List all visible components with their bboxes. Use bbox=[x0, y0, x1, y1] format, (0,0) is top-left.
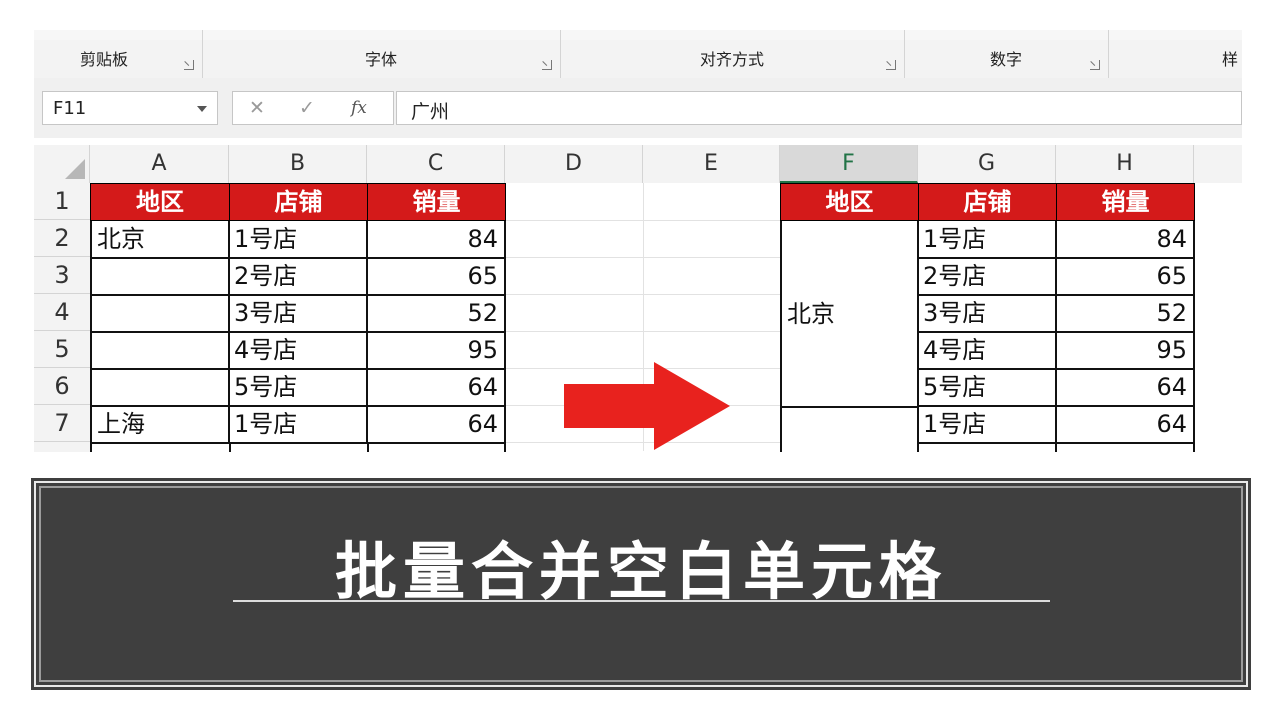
row-header-1[interactable]: 1 bbox=[34, 183, 90, 220]
region-cell[interactable]: 上海 bbox=[90, 406, 230, 444]
store-cell[interactable]: 4号店 bbox=[229, 332, 368, 370]
arrow-right-icon bbox=[564, 362, 730, 450]
column-header-e[interactable]: E bbox=[643, 145, 780, 183]
cancel-icon[interactable]: ✕ bbox=[249, 97, 265, 119]
formula-buttons: ✕ ✓ fx bbox=[232, 91, 394, 125]
region-cell[interactable] bbox=[90, 369, 230, 407]
gridline bbox=[505, 220, 780, 221]
formula-input[interactable]: 广州 bbox=[396, 91, 1242, 125]
ribbon-group-styles: 样 bbox=[1184, 30, 1242, 78]
sales-cell[interactable]: 64 bbox=[1056, 406, 1195, 444]
formula-bar: F11 ✕ ✓ fx 广州 bbox=[34, 78, 1242, 138]
title-underline bbox=[233, 600, 1050, 602]
select-all-corner[interactable] bbox=[34, 145, 90, 183]
region-cell[interactable] bbox=[90, 258, 230, 296]
row8-partial bbox=[90, 444, 506, 452]
column-header-h[interactable]: H bbox=[1056, 145, 1194, 183]
row-header-4[interactable]: 4 bbox=[34, 294, 90, 331]
merged-region-cell-next[interactable] bbox=[780, 408, 919, 452]
region-cell[interactable] bbox=[90, 295, 230, 333]
name-box[interactable]: F11 bbox=[42, 91, 218, 125]
store-cell[interactable]: 2号店 bbox=[918, 258, 1057, 296]
dialog-launcher-icon[interactable] bbox=[886, 60, 896, 70]
ribbon-group-alignment: 对齐方式 bbox=[560, 30, 905, 78]
row-header-3[interactable]: 3 bbox=[34, 257, 90, 294]
ribbon-group-number: 数字 bbox=[904, 30, 1109, 78]
column-header-g[interactable]: G bbox=[918, 145, 1056, 183]
store-cell[interactable]: 1号店 bbox=[918, 406, 1057, 444]
row-header-8[interactable] bbox=[34, 442, 90, 452]
title-banner: 批量合并空白单元格 bbox=[31, 478, 1251, 690]
sales-cell[interactable]: 52 bbox=[1056, 295, 1195, 333]
cell-border bbox=[367, 444, 369, 452]
header-cell-store[interactable]: 店铺 bbox=[229, 183, 368, 221]
column-header-b[interactable]: B bbox=[229, 145, 367, 183]
dialog-launcher-icon[interactable] bbox=[184, 60, 194, 70]
store-cell[interactable]: 1号店 bbox=[918, 221, 1057, 259]
sales-cell[interactable]: 52 bbox=[367, 295, 506, 333]
header-cell-sales[interactable]: 销量 bbox=[367, 183, 506, 221]
store-cell[interactable]: 3号店 bbox=[918, 295, 1057, 333]
gridline bbox=[505, 257, 780, 258]
ribbon-group-label: 数字 bbox=[989, 50, 1022, 69]
column-header-a[interactable]: A bbox=[90, 145, 229, 183]
region-cell[interactable]: 北京 bbox=[90, 221, 230, 259]
ribbon-group-labels: 剪贴板 字体 对齐方式 数字 样 bbox=[34, 30, 1242, 79]
ribbon-group-label: 字体 bbox=[364, 50, 397, 69]
store-cell[interactable]: 5号店 bbox=[918, 369, 1057, 407]
row-header-7[interactable]: 7 bbox=[34, 405, 90, 442]
row-header-5[interactable]: 5 bbox=[34, 331, 90, 368]
cell-border bbox=[229, 444, 231, 452]
store-cell[interactable]: 4号店 bbox=[918, 332, 1057, 370]
row-header-2[interactable]: 2 bbox=[34, 220, 90, 257]
store-cell[interactable]: 1号店 bbox=[229, 406, 368, 444]
cell-border bbox=[1193, 444, 1195, 452]
header-cell-store[interactable]: 店铺 bbox=[918, 183, 1057, 221]
header-cell-region[interactable]: 地区 bbox=[780, 183, 919, 221]
ribbon-group-label: 样 bbox=[1222, 50, 1239, 69]
insert-function-icon[interactable]: fx bbox=[351, 98, 367, 118]
column-header-f[interactable]: F bbox=[780, 145, 918, 183]
banner-title: 批量合并空白单元格 bbox=[334, 535, 947, 608]
gridline bbox=[505, 331, 780, 332]
store-cell[interactable]: 1号店 bbox=[229, 221, 368, 259]
dialog-launcher-icon[interactable] bbox=[542, 60, 552, 70]
region-cell[interactable] bbox=[90, 332, 230, 370]
name-box-value: F11 bbox=[53, 98, 87, 119]
ribbon-group-font: 字体 bbox=[202, 30, 561, 78]
ribbon-group-label: 对齐方式 bbox=[699, 50, 764, 69]
dialog-launcher-icon[interactable] bbox=[1090, 60, 1100, 70]
store-cell[interactable]: 2号店 bbox=[229, 258, 368, 296]
column-header-c[interactable]: C bbox=[367, 145, 505, 183]
merged-region-cell[interactable]: 北京 bbox=[780, 221, 919, 408]
store-cell[interactable]: 5号店 bbox=[229, 369, 368, 407]
sales-cell[interactable]: 65 bbox=[1056, 258, 1195, 296]
sales-cell[interactable]: 64 bbox=[367, 369, 506, 407]
column-header-d[interactable]: D bbox=[505, 145, 643, 183]
enter-icon[interactable]: ✓ bbox=[299, 97, 315, 119]
formula-value: 广州 bbox=[411, 101, 450, 123]
sales-cell[interactable]: 65 bbox=[367, 258, 506, 296]
sales-cell[interactable]: 84 bbox=[367, 221, 506, 259]
store-cell[interactable]: 3号店 bbox=[229, 295, 368, 333]
gridline bbox=[505, 294, 780, 295]
chevron-down-icon[interactable] bbox=[197, 106, 207, 112]
header-cell-sales[interactable]: 销量 bbox=[1056, 183, 1195, 221]
ribbon-group-clipboard: 剪贴板 bbox=[34, 30, 203, 78]
sales-cell[interactable]: 64 bbox=[1056, 369, 1195, 407]
sales-cell[interactable]: 64 bbox=[367, 406, 506, 444]
column-header-next[interactable] bbox=[1194, 145, 1242, 183]
sales-cell[interactable]: 95 bbox=[367, 332, 506, 370]
row-header-6[interactable]: 6 bbox=[34, 368, 90, 405]
sales-cell[interactable]: 84 bbox=[1056, 221, 1195, 259]
sales-cell[interactable]: 95 bbox=[1056, 332, 1195, 370]
header-cell-region[interactable]: 地区 bbox=[90, 183, 230, 221]
cell-border bbox=[1055, 444, 1057, 452]
